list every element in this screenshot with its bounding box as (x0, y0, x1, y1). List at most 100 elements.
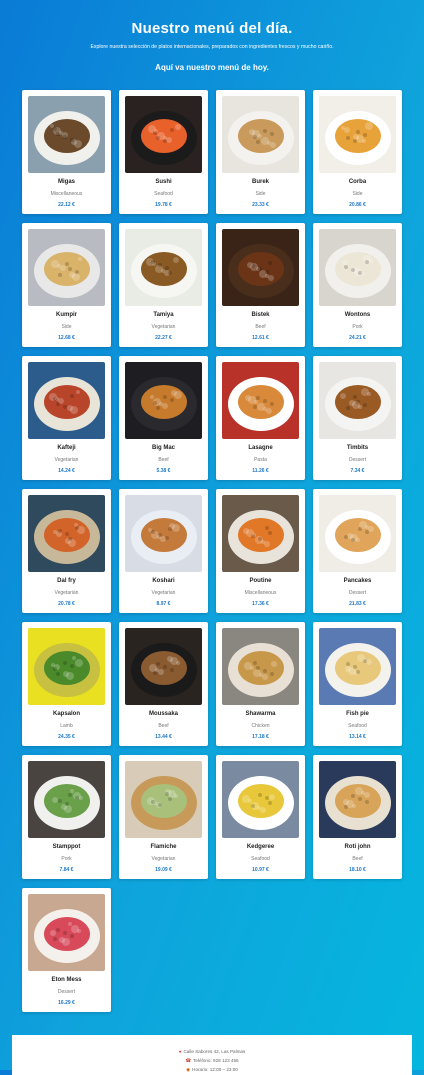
moussaka-photo (125, 628, 202, 705)
dish-name: Pancakes (343, 578, 372, 584)
dish-category: Side (255, 191, 266, 197)
corba-soup-photo (319, 96, 396, 173)
wontons-photo (319, 229, 396, 306)
dish-price: 11.26 € (252, 468, 269, 474)
dish-category: Miscellaneous (50, 191, 83, 197)
menu-card[interactable]: Migas Miscellaneous 22.12 € (22, 90, 111, 214)
menu-card[interactable]: Roti john Beef 18.10 € (313, 755, 402, 879)
dish-name: Kapsalon (52, 711, 80, 717)
dish-name: Sushi (155, 179, 172, 185)
dish-name: Fish pie (346, 711, 369, 717)
menu-intro: Aquí va nuestro menú de hoy. (155, 63, 269, 72)
dish-price: 20.86 € (349, 202, 366, 208)
menu-card[interactable]: Sushi Seafood 19.78 € (119, 90, 208, 214)
dish-price: 24.21 € (349, 335, 366, 341)
dish-category: Seafood (251, 856, 270, 862)
timbits-photo (319, 362, 396, 439)
dish-name: Wontons (344, 312, 371, 318)
eton-mess-photo (28, 894, 105, 971)
dish-category: Dessert (348, 457, 367, 463)
dish-price: 10.97 € (252, 867, 269, 873)
dish-price: 19.09 € (155, 867, 172, 873)
menu-card[interactable]: Kafteji Vegetarian 14.24 € (22, 356, 111, 480)
footer-phone-line: ☎ Teléfono: 928 123 456 (12, 1056, 412, 1065)
kedgeree-photo (222, 761, 299, 838)
menu-card[interactable]: Bistek Beef 12.61 € (216, 223, 305, 347)
dish-name: Lasagne (248, 445, 273, 451)
phone-icon: ☎ (185, 1058, 192, 1063)
dish-name: Stamppot (52, 844, 81, 850)
menu-card[interactable]: Wontons Pork 24.21 € (313, 223, 402, 347)
dish-category: Side (61, 324, 72, 330)
dish-category: Vegetarian (54, 457, 79, 463)
roti-john-photo (319, 761, 396, 838)
dish-price: 21.83 € (349, 601, 366, 607)
menu-card[interactable]: Flamiche Vegetarian 19.09 € (119, 755, 208, 879)
menu-card[interactable]: Stamppot Pork 7.84 € (22, 755, 111, 879)
dish-category: Seafood (154, 191, 173, 197)
kapsalon-photo (28, 628, 105, 705)
footer-phone: Teléfono: 928 123 456 (193, 1058, 239, 1063)
menu-card[interactable]: Dal fry Vegetarian 20.78 € (22, 489, 111, 613)
menu-card[interactable]: Pancakes Dessert 21.83 € (313, 489, 402, 613)
location-pin-icon: ● (178, 1049, 182, 1054)
dish-name: Kafteji (57, 445, 76, 451)
dish-category: Beef (158, 457, 169, 463)
dish-category: Seafood (348, 723, 367, 729)
dish-name: Roti john (344, 844, 371, 850)
dish-price: 7.34 € (350, 468, 365, 474)
kafteji-photo (28, 362, 105, 439)
menu-card[interactable]: Shawarma Chicken 17.18 € (216, 622, 305, 746)
dish-price: 7.84 € (59, 867, 74, 873)
dish-name: Timbits (346, 445, 369, 451)
dish-price: 17.18 € (252, 734, 269, 740)
menu-card[interactable]: Burek Side 23.33 € (216, 90, 305, 214)
tamiya-photo (125, 229, 202, 306)
dish-name: Poutine (249, 578, 272, 584)
menu-grid: Migas Miscellaneous 22.12 € Sushi Seafood 19.… (22, 90, 403, 1012)
pancakes-photo (319, 495, 396, 572)
dish-category: Beef (158, 723, 169, 729)
dish-price: 14.24 € (58, 468, 75, 474)
dish-category: Miscellaneous (244, 590, 277, 596)
dish-price: 23.33 € (252, 202, 269, 208)
menu-card[interactable]: Kapsalon Lamb 24.35 € (22, 622, 111, 746)
dish-name: Dal fry (57, 578, 76, 584)
dish-name: Eton Mess (51, 977, 82, 983)
menu-card[interactable]: Tamiya Vegetarian 22.27 € (119, 223, 208, 347)
poutine-photo (222, 495, 299, 572)
menu-card[interactable]: Big Mac Beef 5.38 € (119, 356, 208, 480)
lasagne-photo (222, 362, 299, 439)
dish-category: Beef (255, 324, 266, 330)
menu-card[interactable]: Kumpir Side 12.68 € (22, 223, 111, 347)
dish-price: 24.35 € (58, 734, 75, 740)
page-subtitle: Explore nuestra selección de platos inte… (90, 44, 334, 50)
menu-card[interactable]: Corba Side 20.86 € (313, 90, 402, 214)
dish-category: Dessert (348, 590, 367, 596)
menu-card[interactable]: Eton Mess Dessert 16.29 € (22, 888, 111, 1012)
migas-dish-photo (28, 96, 105, 173)
dish-name: Shawarma (245, 711, 276, 717)
dish-name: Tamiya (153, 312, 174, 318)
fish-pie-photo (319, 628, 396, 705)
menu-card[interactable]: Fish pie Seafood 13.14 € (313, 622, 402, 746)
menu-card[interactable]: Moussaka Beef 13.44 € (119, 622, 208, 746)
dal-fry-photo (28, 495, 105, 572)
contact-footer: ● Calle Sabores 42, Las Palmas ☎ Teléfono:… (12, 1035, 412, 1075)
menu-card[interactable]: Kedgeree Seafood 10.97 € (216, 755, 305, 879)
menu-card[interactable]: Lasagne Pasta 11.26 € (216, 356, 305, 480)
dish-category: Pork (61, 856, 72, 862)
menu-card[interactable]: Poutine Miscellaneous 17.36 € (216, 489, 305, 613)
page-header: Nuestro menú del día. Explore nuestra se… (0, 0, 424, 73)
dish-category: Vegetarian (151, 324, 176, 330)
menu-card[interactable]: Timbits Dessert 7.34 € (313, 356, 402, 480)
dish-name: Moussaka (148, 711, 178, 717)
menu-card[interactable]: Koshari Vegetarian 8.97 € (119, 489, 208, 613)
dish-category: Vegetarian (151, 590, 176, 596)
dish-category: Side (352, 191, 363, 197)
dish-name: Kedgeree (246, 844, 275, 850)
kumpir-photo (28, 229, 105, 306)
dish-price: 12.68 € (58, 335, 75, 341)
dish-price: 13.14 € (349, 734, 366, 740)
dish-category: Beef (352, 856, 363, 862)
